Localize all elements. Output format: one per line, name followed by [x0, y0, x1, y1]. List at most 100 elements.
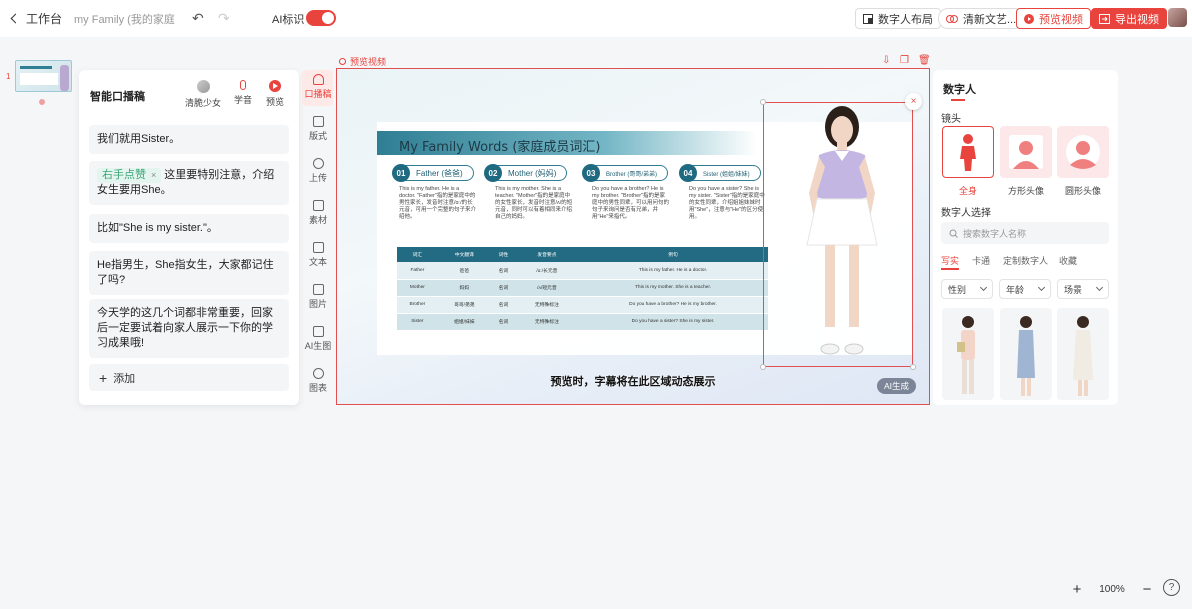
tool-label: 版式 [308, 131, 327, 141]
tool-chart[interactable]: 图表 [304, 368, 332, 394]
filter-scene[interactable]: 场景 [1057, 279, 1109, 299]
back-to-workbench-button[interactable]: 工作台 [8, 8, 66, 29]
ai-mark-toggle[interactable] [306, 10, 336, 26]
word-pill[interactable]: 04 Sister (姐姐/妹妹) [679, 164, 761, 182]
avatar-card[interactable] [1057, 308, 1109, 400]
tool-upload[interactable]: 上传 [304, 158, 332, 184]
shot-round-avatar[interactable] [1057, 126, 1109, 178]
script-paragraph[interactable]: 比如"She is my sister."。 [89, 214, 289, 243]
resize-handle[interactable] [910, 364, 916, 370]
word-pill[interactable]: 03 Brother (哥哥/弟弟) [582, 164, 669, 182]
tab-realistic[interactable]: 写实 [941, 254, 959, 267]
zoom-in-button[interactable]: + [1067, 581, 1087, 598]
avatar-card[interactable] [942, 308, 994, 400]
export-icon [1099, 13, 1110, 24]
vocabulary-table[interactable]: 词汇 中文翻译 词性 发音要点 例句 Father 爸爸 名词/ɑː/长元音 This… [397, 247, 768, 331]
script-icon [312, 74, 324, 85]
play-circle-icon [339, 58, 346, 65]
gesture-tag-label: 右手点赞 [102, 169, 146, 181]
script-preview-label: 预览 [266, 97, 285, 107]
user-avatar[interactable] [1168, 8, 1187, 27]
avatar-figure [1073, 316, 1093, 396]
editor-canvas[interactable]: My Family Words (家庭成员词汇) 01 Father (爸爸) 0… [336, 68, 930, 405]
avatar-card[interactable] [1000, 308, 1052, 400]
script-paragraph[interactable]: He指男生，She指女生，大家都记住了吗? [89, 251, 289, 295]
tab-custom[interactable]: 定制数字人 [1003, 254, 1048, 267]
trash-icon[interactable]: 🗑 [918, 55, 931, 66]
slide-title[interactable]: My Family Words (家庭成员词汇) [399, 136, 600, 155]
export-video-button[interactable]: 导出视频 [1091, 8, 1167, 29]
theme-icon [946, 14, 958, 23]
document-title[interactable]: my Family (我的家庭 [74, 11, 175, 27]
tab-cartoon[interactable]: 卡通 [972, 254, 990, 267]
tool-text[interactable]: 文本 [304, 242, 332, 268]
table-header: 词性 [490, 247, 516, 262]
microphone-icon [240, 80, 246, 90]
filter-age[interactable]: 年龄 [999, 279, 1051, 299]
word-label: Sister (姐姐/妹妹) [703, 171, 750, 178]
tool-material[interactable]: 素材 [304, 200, 332, 226]
filter-label: 性别 [948, 284, 967, 295]
table-row: Sister 姐姐/妹妹 名词 无特殊标注 Do you have a sister? … [397, 313, 768, 331]
word-pill[interactable]: 02 Mother (妈妈) [484, 164, 568, 182]
help-icon[interactable]: ? [1163, 579, 1180, 596]
page-thumbnail[interactable] [15, 60, 72, 92]
redo-icon[interactable]: ↷ [218, 10, 230, 27]
shot-label-round: 圆形头像 [1064, 186, 1101, 196]
digital-human-layout-button[interactable]: 数字人布局 [855, 8, 941, 29]
script-paragraph[interactable]: 今天学的这几个词都非常重要，回家后一定要试着向家人展示一下你的学习成果哦! [89, 299, 289, 358]
word-number: 01 [392, 164, 410, 182]
top-bar: 工作台 my Family (我的家庭 ↶ ↷ AI标识 数字人布局 清新文艺.… [0, 0, 1192, 37]
learn-voice-button[interactable]: 学音 [234, 80, 252, 106]
tool-script[interactable]: 口播稿 [304, 74, 332, 100]
add-paragraph-button[interactable]: + 添加 [89, 364, 289, 391]
table-header: 例句 [578, 247, 768, 262]
word-description: Do you have a brother? He is my brother.… [592, 186, 670, 220]
chart-icon [312, 368, 324, 379]
shot-square-avatar[interactable] [1000, 126, 1052, 178]
close-icon[interactable]: × [905, 93, 922, 110]
filter-gender[interactable]: 性别 [941, 279, 993, 299]
script-panel-title: 智能口播稿 [90, 91, 145, 103]
tool-label: 图表 [308, 383, 327, 393]
shot-label-full-body: 全身 [958, 186, 977, 196]
table-cell: This is my father. He is a doctor. [578, 262, 768, 280]
zoom-out-button[interactable]: − [1137, 581, 1157, 598]
back-label: 工作台 [26, 12, 63, 26]
table-row: Brother 哥哥/弟弟 名词 无特殊标注 Do you have a brother… [397, 296, 768, 314]
script-paragraph[interactable]: 我们就用Sister。 [89, 125, 289, 154]
layout-button-label: 数字人布局 [878, 13, 933, 26]
copy-icon[interactable]: ❐ [900, 55, 909, 66]
digital-human-selection-box[interactable] [760, 99, 916, 370]
subtitle-area: 预览时，字幕将在此区域动态展示 [550, 376, 716, 388]
download-icon[interactable]: ⇩ [882, 55, 890, 66]
table-cell: Do you have a sister? She is my sister. [578, 313, 768, 331]
word-pill[interactable]: 01 Father (爸爸) [392, 164, 474, 182]
gesture-tag[interactable]: 右手点赞 × [97, 168, 162, 183]
tab-favorites[interactable]: 收藏 [1059, 254, 1077, 267]
tool-layout[interactable]: 版式 [304, 116, 332, 142]
undo-icon[interactable]: ↶ [192, 10, 204, 27]
canvas-preview-link[interactable]: 预览视频 [339, 55, 386, 68]
paragraph-text: 比如"She is my sister."。 [97, 222, 218, 234]
preview-video-button[interactable]: 预览视频 [1016, 8, 1091, 29]
digital-human-search-input[interactable]: 搜索数字人名称 [941, 222, 1109, 244]
remove-tag-icon[interactable]: × [151, 170, 156, 180]
resize-handle[interactable] [760, 99, 766, 105]
export-button-label: 导出视频 [1115, 13, 1159, 26]
tool-image[interactable]: 图片 [304, 284, 332, 310]
tool-label: 图片 [308, 299, 327, 309]
panel-title: 数字人 [943, 84, 976, 96]
script-paragraph[interactable]: 右手点赞 × 这里要特别注意，介绍女生要用She。 [89, 161, 289, 205]
table-header: 中文翻译 [437, 247, 491, 262]
resize-handle[interactable] [760, 364, 766, 370]
table-cell: 名词 [490, 313, 516, 331]
plus-icon: + [99, 369, 108, 386]
tool-ai-image[interactable]: AI生图 [304, 326, 332, 352]
table-cell: 名词 [490, 296, 516, 314]
shot-full-body[interactable] [942, 126, 994, 178]
layers-icon [312, 200, 324, 211]
voice-selector[interactable]: 清脆少女 [185, 80, 221, 109]
theme-button[interactable]: 清新文艺... [938, 8, 1025, 29]
script-preview-button[interactable]: 预览 [266, 80, 284, 108]
